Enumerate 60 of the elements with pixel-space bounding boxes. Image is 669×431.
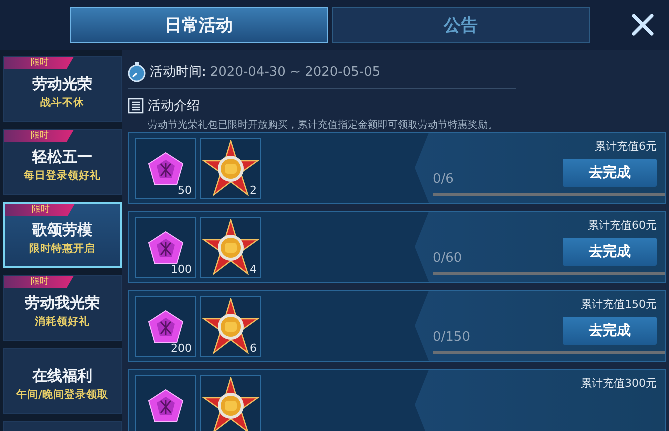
limited-tag: 限时 xyxy=(4,57,74,69)
gem-icon xyxy=(148,388,184,422)
time-value: 2020-04-30 ~ 2020-05-05 xyxy=(210,64,381,80)
time-label: 活动时间: xyxy=(150,64,206,81)
medal-icon xyxy=(202,298,260,356)
reward-slot[interactable]: 4 xyxy=(200,217,261,278)
reward-slot[interactable]: 100 xyxy=(135,217,196,278)
go-complete-button[interactable]: 去完成 xyxy=(563,159,657,187)
gem-icon xyxy=(148,230,184,264)
item-subtitle: 消耗领好礼 xyxy=(35,314,90,328)
stopwatch-icon xyxy=(128,62,146,82)
item-title: 劳动我光荣 xyxy=(25,294,100,312)
sidebar-item[interactable]: 限时 劳动我光荣 消耗领好礼 xyxy=(3,275,122,341)
medal-icon xyxy=(202,140,260,198)
gem-icon xyxy=(148,152,184,186)
sidebar-item[interactable]: 限时 轻松五一 每日登录领好礼 xyxy=(3,129,122,195)
sidebar-item[interactable]: 限时 劳动光荣 战斗不休 xyxy=(3,56,122,122)
reward-slot[interactable]: 2 xyxy=(200,138,261,199)
reward-count: 6 xyxy=(250,342,257,355)
reward-count: 2 xyxy=(250,184,257,197)
requirement-text: 累计充值150元 xyxy=(581,297,657,312)
go-complete-button[interactable]: 去完成 xyxy=(563,238,657,266)
reward-count: 200 xyxy=(171,342,192,355)
go-complete-button[interactable]: 去完成 xyxy=(563,317,657,345)
sidebar-item[interactable]: 在线福利 午间/晚间登录领取 xyxy=(3,348,122,414)
item-subtitle: 每日登录领好礼 xyxy=(24,168,101,182)
item-subtitle: 限时特惠开启 xyxy=(30,242,96,256)
reward-count: 50 xyxy=(178,184,192,197)
list-icon xyxy=(128,98,144,114)
requirement-text: 累计充值6元 xyxy=(595,139,657,154)
close-icon[interactable] xyxy=(631,13,655,37)
requirement-text: 累计充值300元 xyxy=(581,376,657,391)
intro-text: 劳动节光荣礼包已限时开放购买，累计充值指定金额即可领取劳动节特惠奖励。 xyxy=(148,118,499,132)
tab[interactable]: 公告 xyxy=(332,7,590,43)
reward-slot[interactable]: 50 xyxy=(135,138,196,199)
reward-slot[interactable]: 200 xyxy=(135,296,196,357)
reward-slot[interactable] xyxy=(135,375,196,431)
medal-icon xyxy=(202,218,260,276)
gem-icon xyxy=(148,310,184,344)
progress-text: 0/60 xyxy=(433,251,462,266)
reward-slot[interactable] xyxy=(200,375,261,431)
tab[interactable]: 日常活动 xyxy=(70,7,328,43)
sidebar-item[interactable]: 限时 歌颂劳模 限时特惠开启 xyxy=(3,202,122,268)
medal-icon xyxy=(202,376,260,431)
progress-text: 0/6 xyxy=(433,172,454,187)
item-title: 在线福利 xyxy=(32,366,92,386)
reward-count: 100 xyxy=(171,263,192,276)
item-subtitle: 午间/晚间登录领取 xyxy=(16,388,108,402)
requirement-text: 累计充值60元 xyxy=(588,218,657,233)
reward-slot[interactable]: 6 xyxy=(200,296,261,357)
item-subtitle: 战斗不休 xyxy=(40,96,84,110)
limited-tag: 限时 xyxy=(4,130,74,142)
item-title: 轻松五一 xyxy=(32,148,92,166)
reward-count: 4 xyxy=(250,263,257,276)
item-title: 歌颂劳模 xyxy=(32,220,92,240)
item-title: 劳动光荣 xyxy=(32,74,92,94)
limited-tag: 限时 xyxy=(4,276,74,288)
progress-text: 0/150 xyxy=(433,330,470,345)
limited-tag: 限时 xyxy=(5,204,75,216)
intro-label: 活动介绍 xyxy=(148,98,200,115)
